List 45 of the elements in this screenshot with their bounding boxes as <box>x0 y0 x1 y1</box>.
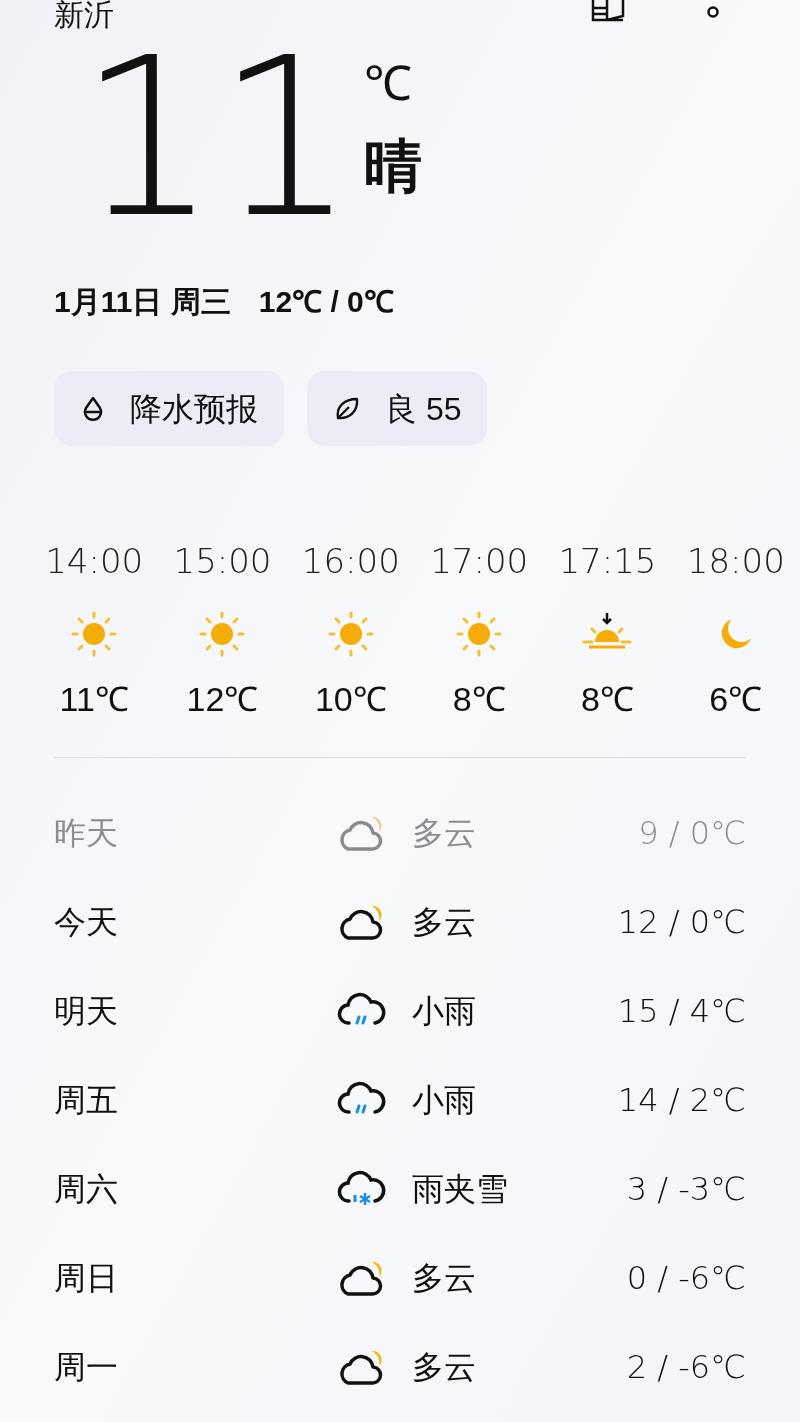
day-temperature-range: 15 / 4℃ <box>617 990 746 1032</box>
day-label: 昨天 <box>54 813 119 853</box>
hour-time: 16:00 <box>301 541 400 581</box>
hour-temperature: 11℃ <box>59 679 129 719</box>
day-label: 周五 <box>54 1080 119 1120</box>
air-quality-button[interactable]: 良 55 <box>307 371 488 446</box>
hour-time: 14:00 <box>45 541 144 581</box>
hour-time: 15:00 <box>173 541 272 581</box>
precipitation-button[interactable]: 降水预报 <box>54 371 284 446</box>
day-label: 周日 <box>54 1258 119 1298</box>
date-text: 1月11日 周三 <box>54 284 231 320</box>
day-condition: 多云 <box>412 1347 476 1387</box>
sun-icon <box>71 611 118 657</box>
day-temperature-range: 3 / -3℃ <box>626 1168 746 1210</box>
day-condition: 多云 <box>412 1258 476 1298</box>
hour-temperature: 8℃ <box>452 679 506 719</box>
city-name[interactable]: 新沂 <box>54 0 114 30</box>
day-temperature-range: 12 / 0℃ <box>617 901 746 943</box>
temperature-unit: ℃ <box>363 58 413 110</box>
hour-temperature: 10℃ <box>314 679 387 719</box>
day-temperature-range: 0 / -6℃ <box>626 1257 746 1299</box>
day-label: 今天 <box>54 902 119 942</box>
hour-time: 18:00 <box>686 541 785 581</box>
sun-icon <box>199 611 246 657</box>
day-condition: 小雨 <box>412 1080 476 1120</box>
day-condition: 雨夹雪 <box>412 1169 508 1209</box>
day-label: 明天 <box>54 991 119 1031</box>
day-temperature-range: 14 / 2℃ <box>617 1079 746 1121</box>
temperature-range: 12℃ / 0℃ <box>258 284 394 320</box>
day-label: 周六 <box>54 1169 119 1209</box>
day-label: 周一 <box>54 1347 119 1387</box>
hour-temperature: 12℃ <box>186 679 259 719</box>
sun-icon <box>456 611 503 657</box>
day-condition: 多云 <box>412 902 476 942</box>
day-temperature-range: 9 / 0℃ <box>638 812 746 854</box>
day-condition: 多云 <box>412 813 476 853</box>
day-condition: 小雨 <box>412 991 476 1031</box>
hour-temperature: 8℃ <box>581 679 634 719</box>
hour-temperature: 6℃ <box>709 679 763 719</box>
weather-condition: 晴 <box>363 134 422 198</box>
building-icon[interactable] <box>590 0 626 22</box>
hour-time: 17:00 <box>430 541 529 581</box>
day-temperature-range: 2 / -6℃ <box>626 1346 746 1388</box>
hour-time: 17:15 <box>558 541 657 581</box>
sun-icon <box>327 611 374 657</box>
